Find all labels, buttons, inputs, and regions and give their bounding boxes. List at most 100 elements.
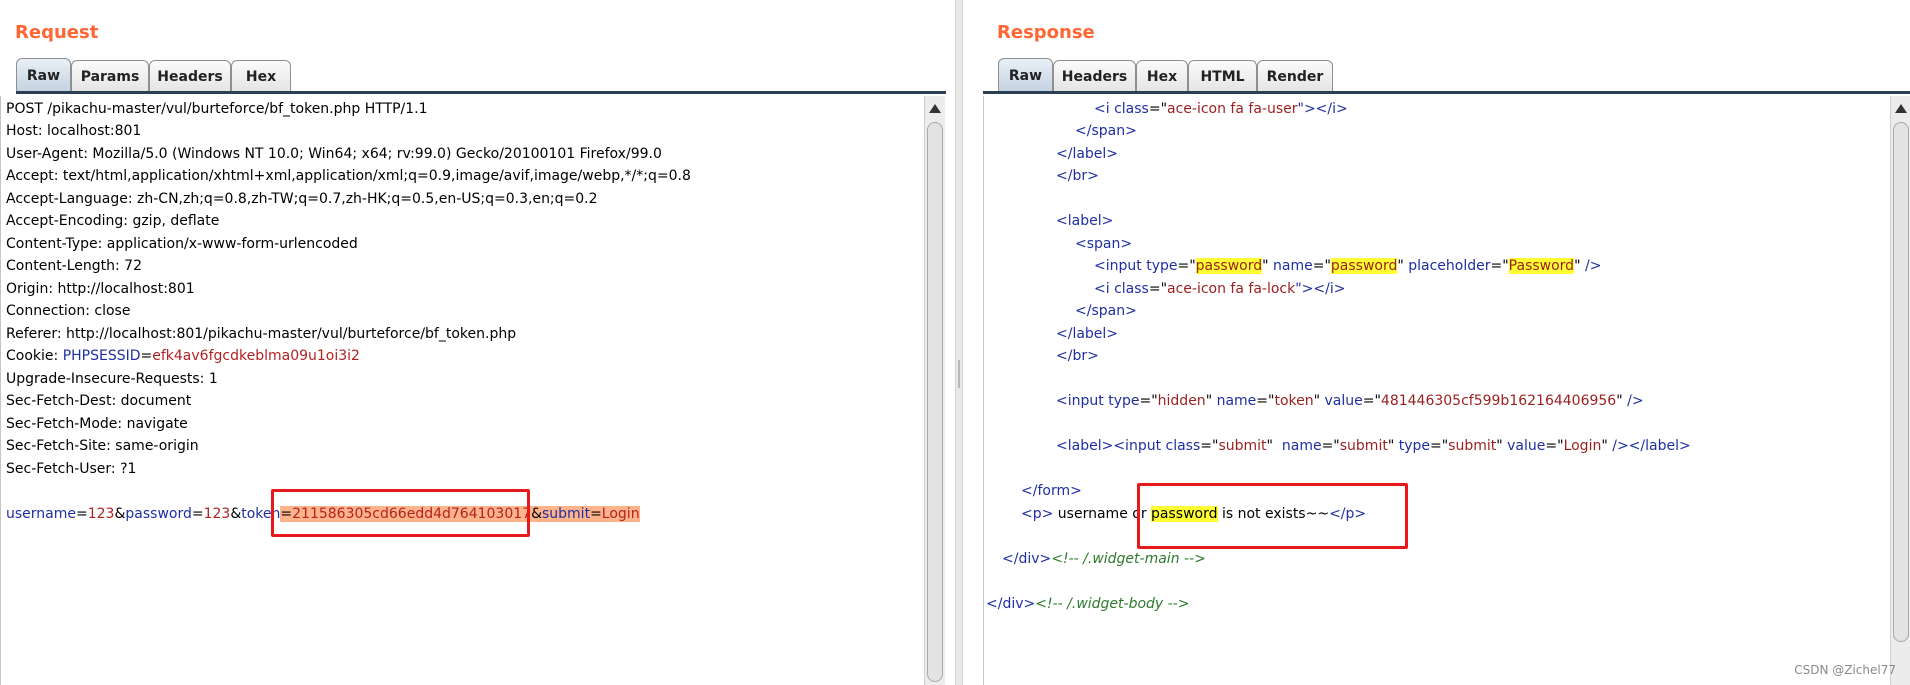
request-tab-hex[interactable]: Hex bbox=[231, 60, 291, 92]
error-message-annotation-box bbox=[1137, 483, 1408, 549]
request-line: Sec-Fetch-Site: same-origin bbox=[6, 438, 199, 454]
code-tag: /> bbox=[1580, 258, 1602, 274]
request-line: Sec-Fetch-Dest: document bbox=[6, 393, 192, 409]
param-password-key: password bbox=[125, 506, 192, 522]
code-attr: type bbox=[1398, 438, 1430, 454]
param-eq: = bbox=[590, 506, 602, 522]
response-editor[interactable]: <i class="ace-icon fa fa-user"></i> </sp… bbox=[983, 96, 1892, 685]
param-eq: = bbox=[76, 506, 88, 522]
scroll-up-icon[interactable] bbox=[929, 104, 941, 113]
cookie-value: efk4av6fgcdkeblma09u1oi3i2 bbox=[152, 348, 360, 364]
response-line: <label><input class="submit" name="submi… bbox=[1056, 438, 1691, 454]
scroll-up-icon[interactable] bbox=[1895, 104, 1907, 113]
request-line: Sec-Fetch-Mode: navigate bbox=[6, 416, 188, 432]
request-line: Referer: http://localhost:801/pikachu-ma… bbox=[6, 326, 517, 342]
response-tab-underline bbox=[983, 91, 1910, 94]
request-line: POST /pikachu-master/vul/burteforce/bf_t… bbox=[6, 101, 428, 117]
param-username-value: 123 bbox=[87, 506, 115, 522]
param-submit-key: submit bbox=[541, 506, 591, 522]
code-attr: placeholder bbox=[1408, 258, 1491, 274]
code-tag: <i bbox=[1094, 101, 1115, 117]
request-tab-underline bbox=[16, 91, 946, 94]
request-line: Content-Length: 72 bbox=[6, 258, 143, 274]
response-line: <input type="password" name="password" p… bbox=[1094, 258, 1602, 274]
pane-divider[interactable] bbox=[955, 0, 963, 685]
code-tag: <input bbox=[1094, 258, 1147, 274]
request-line: Connection: close bbox=[6, 303, 131, 319]
code-tag: <label><input bbox=[1056, 438, 1166, 454]
request-scroll-thumb[interactable] bbox=[927, 122, 943, 682]
code-attr: class bbox=[1114, 281, 1149, 297]
code-attr-value: ace-icon fa fa-lock bbox=[1167, 281, 1296, 297]
code-attr-value: password bbox=[1195, 258, 1263, 274]
response-tab-html[interactable]: HTML bbox=[1188, 60, 1257, 92]
code-attr-value: Password bbox=[1508, 258, 1575, 274]
request-line: Origin: http://localhost:801 bbox=[6, 281, 195, 297]
code-attr-value: submit bbox=[1339, 438, 1388, 454]
response-line: </br> bbox=[1056, 348, 1099, 364]
code-tag: /> bbox=[1622, 393, 1644, 409]
code-tag: <input bbox=[1056, 393, 1109, 409]
code-tag: "></i> bbox=[1297, 101, 1348, 117]
request-line: User-Agent: Mozilla/5.0 (Windows NT 10.0… bbox=[6, 146, 662, 162]
code-tag: <p> bbox=[1021, 506, 1054, 522]
response-line: <label> bbox=[1056, 213, 1114, 229]
cookie-label: Cookie: bbox=[6, 348, 63, 364]
response-tab-raw[interactable]: Raw bbox=[998, 58, 1053, 92]
code-attr-value: 481446305cf599b162164406956 bbox=[1380, 393, 1617, 409]
request-title: Request bbox=[15, 22, 99, 43]
response-line: </label> bbox=[1056, 146, 1119, 162]
code-eq: =" bbox=[1148, 101, 1168, 117]
cookie-eq: = bbox=[140, 348, 153, 364]
code-attr: type bbox=[1108, 393, 1140, 409]
request-editor[interactable]: POST /pikachu-master/vul/burteforce/bf_t… bbox=[0, 96, 926, 685]
request-pane: Request Raw Params Headers Hex POST /pik… bbox=[0, 0, 955, 685]
code-attr-value: Login bbox=[1563, 438, 1602, 454]
code-tag: <i bbox=[1094, 281, 1115, 297]
code-tag: </div> bbox=[986, 596, 1036, 612]
code-attr: name bbox=[1273, 258, 1313, 274]
code-tag: </div> bbox=[1002, 551, 1052, 567]
request-line: Upgrade-Insecure-Requests: 1 bbox=[6, 371, 218, 387]
code-attr: name bbox=[1281, 438, 1322, 454]
code-tag: /></label> bbox=[1607, 438, 1691, 454]
response-tab-render[interactable]: Render bbox=[1257, 60, 1333, 92]
cookie-key: PHPSESSID bbox=[62, 348, 141, 364]
response-line: </form> bbox=[1021, 483, 1082, 499]
code-attr: name bbox=[1216, 393, 1257, 409]
response-tab-hex[interactable]: Hex bbox=[1136, 60, 1188, 92]
response-line: </span> bbox=[1075, 303, 1137, 319]
response-line: <span> bbox=[1075, 236, 1133, 252]
response-scrollbar[interactable] bbox=[1890, 96, 1910, 685]
param-amp: & bbox=[531, 506, 542, 522]
request-tab-params[interactable]: Params bbox=[71, 60, 149, 92]
response-pane: Response Raw Headers Hex HTML Render <i … bbox=[963, 0, 1910, 685]
request-scrollbar[interactable] bbox=[924, 96, 945, 685]
param-password-value: 123 bbox=[203, 506, 231, 522]
request-tab-raw[interactable]: Raw bbox=[16, 58, 71, 92]
request-tab-headers[interactable]: Headers bbox=[149, 60, 231, 92]
response-line: </div><!-- /.widget-main --> bbox=[1002, 550, 1206, 568]
code-comment: <!-- /.widget-body --> bbox=[1035, 596, 1190, 612]
code-tag: "></i> bbox=[1295, 281, 1346, 297]
response-scroll-thumb[interactable] bbox=[1893, 122, 1909, 642]
code-attr: value bbox=[1507, 438, 1546, 454]
response-line: <i class="ace-icon fa fa-user"></i> bbox=[1094, 100, 1348, 118]
pane-divider-grip-icon[interactable] bbox=[958, 360, 960, 388]
param-eq: = bbox=[191, 506, 204, 522]
code-attr-value: password bbox=[1330, 258, 1398, 274]
code-attr-value: submit bbox=[1448, 438, 1497, 454]
request-line: Accept-Language: zh-CN,zh;q=0.8,zh-TW;q=… bbox=[6, 191, 598, 207]
param-username-key: username bbox=[6, 506, 76, 522]
response-line: </div><!-- /.widget-body --> bbox=[986, 595, 1190, 613]
response-line: </label> bbox=[1056, 326, 1119, 342]
code-attr-value: token bbox=[1274, 393, 1314, 409]
response-tabs: Raw Headers Hex HTML Render bbox=[998, 58, 1333, 92]
code-comment: <!-- /.widget-main --> bbox=[1051, 551, 1206, 567]
token-annotation-box bbox=[271, 489, 530, 537]
response-line: </span> bbox=[1075, 123, 1137, 139]
response-tab-headers[interactable]: Headers bbox=[1053, 60, 1136, 92]
request-line: Sec-Fetch-User: ?1 bbox=[6, 461, 137, 477]
code-text: username bbox=[1053, 506, 1133, 522]
param-submit-value: Login bbox=[601, 506, 640, 522]
